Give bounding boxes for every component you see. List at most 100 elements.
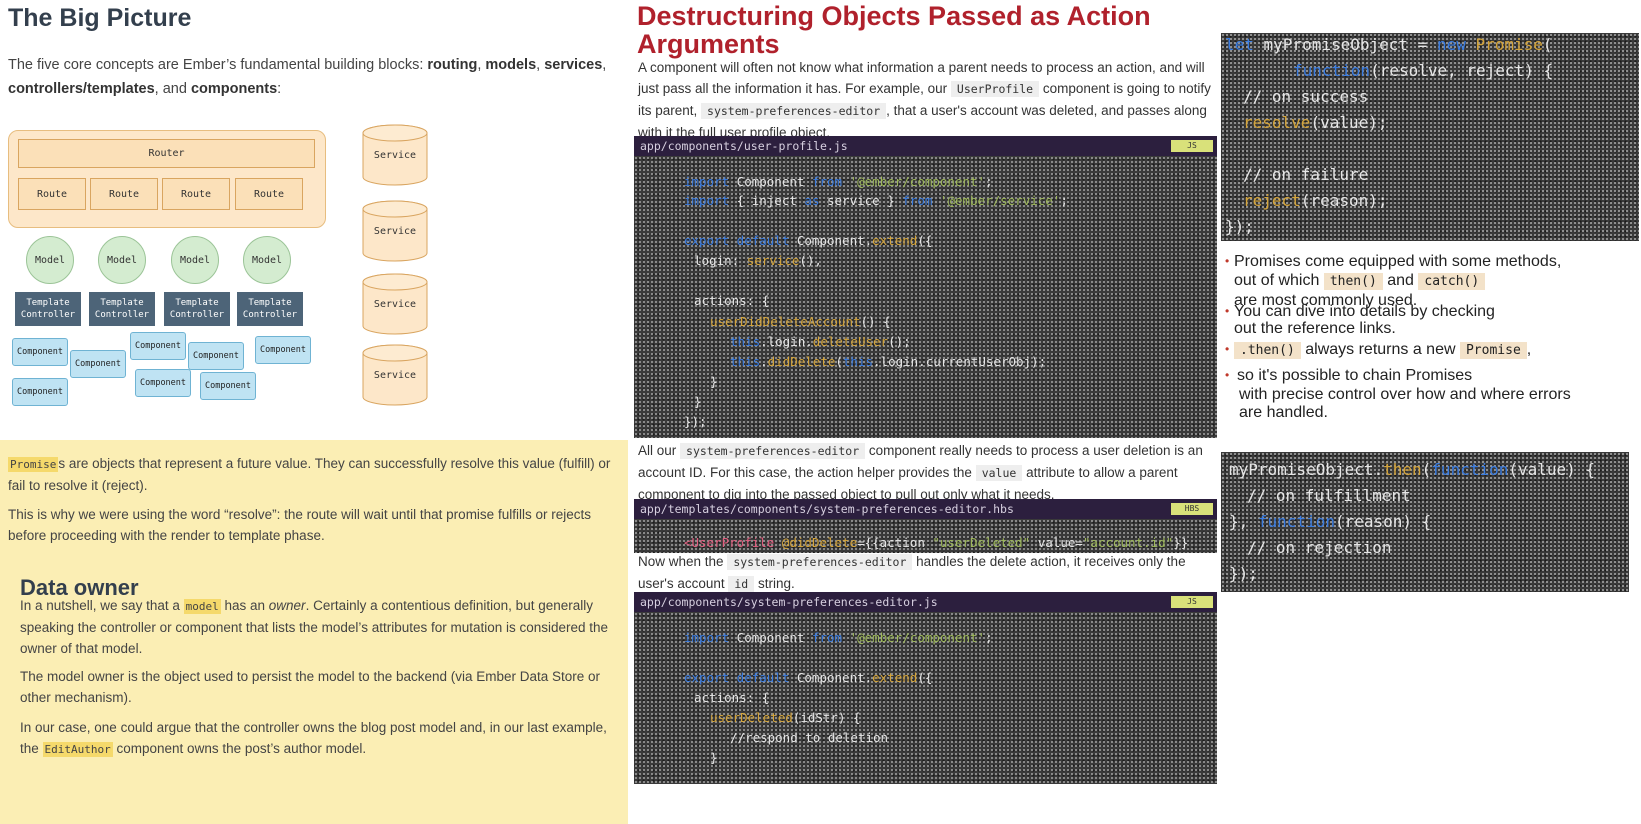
component-node: Component [135, 369, 191, 397]
code-line: let myPromiseObject = new Promise( [1225, 35, 1553, 54]
component-node: Component [188, 342, 244, 370]
route-node: Route [235, 178, 303, 210]
tc-label: Template [248, 298, 292, 308]
route-node: Route [18, 178, 86, 210]
section-title: Destructuring Objects Passed as Action A… [637, 1, 1151, 59]
code-line: function(resolve, reject) { [1293, 61, 1554, 80]
code-block: import Component from '@ember/component'… [634, 156, 1217, 438]
paragraph-2: All our system-preferences-editor compon… [638, 440, 1220, 505]
code-line: this.didDelete(this.login.currentUserObj… [730, 354, 1047, 369]
code-line: userDeleted(idStr) { [710, 710, 861, 725]
code-line: //respond to deletion [730, 730, 889, 745]
inline-code: Promise [8, 457, 59, 472]
code-block: <UserProfile @didDelete={{action "userDe… [634, 519, 1217, 553]
sep: , [602, 57, 607, 73]
code-block: myPromiseObject.then(function(value) { /… [1221, 452, 1629, 592]
inline-code: then() [1323, 273, 1383, 290]
bullet-icon: • [1225, 304, 1230, 318]
intro-paragraph: The five core concepts are Ember’s funda… [8, 53, 618, 101]
code-line: userDidDeleteAccount() { [710, 314, 891, 329]
text: owner [268, 598, 306, 613]
service-label: Service [373, 299, 417, 310]
intro-controllers: controllers/templates [8, 81, 155, 97]
owner-paragraph-2: The model owner is the object used to pe… [20, 669, 601, 705]
paragraph-3: Now when the system-preferences-editor h… [638, 551, 1220, 595]
template-controller-node: Template Controller [89, 292, 155, 326]
service-node: Service [362, 344, 428, 406]
inline-code: value [975, 465, 1023, 481]
service-node: Service [362, 200, 428, 262]
component-node: Component [255, 336, 311, 364]
intro-services: services [544, 57, 603, 73]
code-line: export default Component.extend({ [684, 233, 933, 248]
text: so it's possible to chain Promises [1237, 367, 1473, 384]
model-node: Model [243, 236, 291, 284]
inline-code: UserProfile [950, 81, 1040, 97]
text: You can dive into details by checking [1234, 303, 1495, 320]
inline-code: EditAuthor [42, 742, 113, 757]
language-badge: JS [1171, 596, 1213, 608]
code-line: // on failure [1243, 165, 1369, 184]
text: All our [638, 443, 681, 458]
inline-code: .then() [1234, 342, 1301, 359]
service-node: Service [362, 124, 428, 186]
owner-paragraph-3: In our case, one could argue that the co… [20, 717, 620, 760]
sep: , and [154, 81, 191, 97]
bullet-icon: • [1225, 368, 1230, 382]
bullet-icon: • [1225, 342, 1230, 356]
language-badge: HBS [1171, 503, 1213, 515]
tc-label: Template [100, 298, 144, 308]
service-node: Service [362, 273, 428, 335]
code-line: import { inject as service } from '@embe… [684, 193, 1068, 208]
bullet-text: You can dive into details by checking ou… [1234, 302, 1495, 337]
tc-label: Controller [242, 310, 298, 320]
tc-label: Controller [94, 310, 150, 320]
file-path: app/components/user-profile.js [640, 139, 848, 153]
bullet-icon: • [1225, 254, 1230, 268]
text: In a nutshell, we say that a [20, 598, 184, 613]
code-file-header: app/components/user-profile.js JS [634, 136, 1217, 156]
tc-label: Template [175, 298, 219, 308]
inline-code: system-preferences-editor [680, 443, 866, 459]
route-node: Route [162, 178, 230, 210]
code-line: this.login.deleteUser(); [730, 334, 911, 349]
bullet-text: so it's possible to chain Promises with … [1237, 366, 1571, 421]
code-line: reject(reason); [1243, 191, 1388, 210]
component-node: Component [200, 372, 256, 400]
code-line: }); [1229, 564, 1258, 583]
owner-paragraph-1: In a nutshell, we say that a model has a… [20, 595, 620, 659]
code-line: // on success [1243, 87, 1369, 106]
text: out the reference links. [1234, 320, 1396, 337]
text: with precise control over how and where … [1239, 386, 1571, 403]
component-node: Component [130, 332, 186, 360]
text: and [1382, 272, 1419, 289]
code-line: export default Component.extend({ [684, 670, 933, 685]
text: , [1526, 341, 1532, 358]
code-line: myPromiseObject.then(function(value) { [1229, 460, 1596, 479]
file-path: app/components/system-preferences-editor… [640, 595, 938, 609]
code-line: } [694, 394, 702, 409]
code-block: let myPromiseObject = new Promise( funct… [1221, 33, 1639, 241]
promise-paragraph: Promise s are objects that represent a fu… [8, 453, 618, 496]
code-line: // on rejection [1247, 538, 1392, 557]
text: out of which [1234, 272, 1324, 289]
code-line: resolve(value); [1243, 113, 1388, 132]
file-path: app/templates/components/system-preferen… [640, 502, 1014, 516]
promise-note-panel: Promise s are objects that represent a fu… [0, 440, 628, 824]
code-file-header: app/templates/components/system-preferen… [634, 499, 1217, 519]
bullet-text: .then() always returns a new Promise, [1234, 340, 1531, 360]
model-node: Model [26, 236, 74, 284]
inline-code: model [183, 599, 221, 614]
code-block: import Component from '@ember/component'… [634, 612, 1217, 784]
right-panel: let myPromiseObject = new Promise( funct… [1221, 0, 1641, 824]
code-line: } [710, 750, 718, 765]
code-line: } [710, 374, 718, 389]
service-label: Service [373, 150, 417, 161]
component-node: Component [12, 338, 68, 366]
left-panel: The Big Picture The five core concepts a… [0, 0, 628, 824]
route-node: Route [90, 178, 158, 210]
service-label: Service [373, 370, 417, 381]
code-line: login: service(), [694, 253, 822, 268]
code-line: import Component from '@ember/component'… [684, 174, 993, 189]
intro-text: The five core concepts are Ember’s funda… [8, 57, 428, 73]
